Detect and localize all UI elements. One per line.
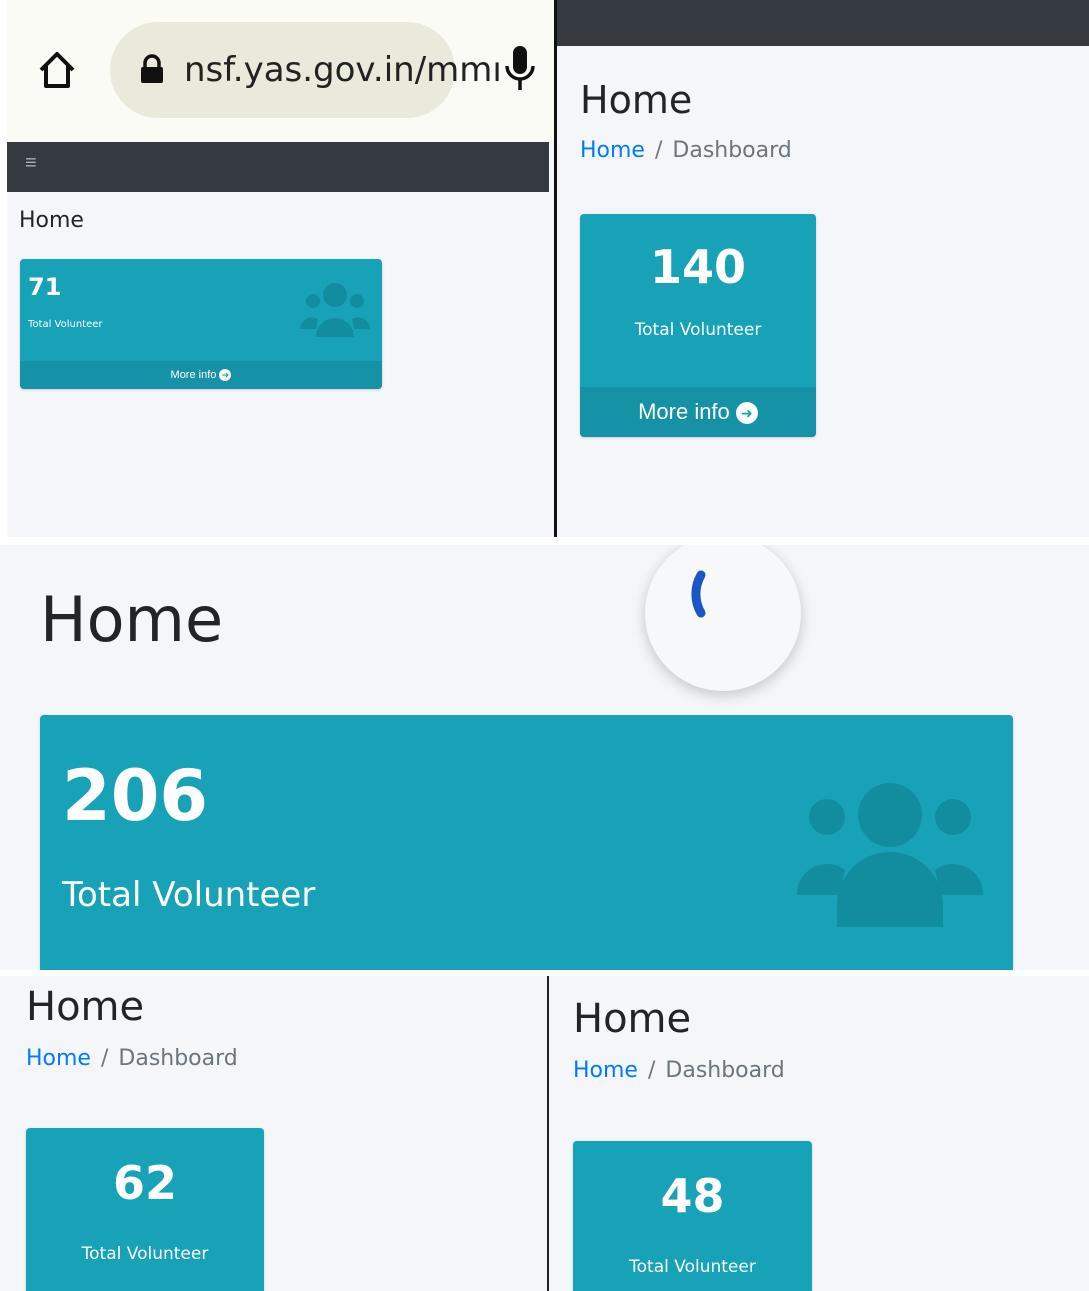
page-title: Home [26, 984, 145, 1030]
volunteer-count: 140 [649, 240, 747, 294]
volunteer-count: 48 [660, 1169, 725, 1223]
volunteer-card: 206 Total Volunteer [40, 715, 1013, 970]
breadcrumb-separator: / [647, 1058, 656, 1083]
lock-icon [140, 54, 164, 84]
volunteer-count: 206 [62, 755, 209, 837]
volunteer-label: Total Volunteer [62, 875, 316, 915]
breadcrumb-separator: / [100, 1046, 109, 1071]
volunteer-card: 62 Total Volunteer [26, 1128, 264, 1291]
top-bar [557, 0, 1089, 46]
page-title: Home [19, 208, 84, 233]
home-icon[interactable] [35, 48, 79, 92]
more-info-link[interactable]: More info ➜ [20, 361, 382, 389]
users-icon [300, 279, 370, 339]
breadcrumb-current: Dashboard [665, 1058, 785, 1083]
users-icon [795, 775, 985, 930]
page-title: Home [40, 583, 224, 656]
volunteer-count: 62 [112, 1156, 177, 1210]
breadcrumb-separator: / [654, 138, 663, 163]
panel-c: Home 206 Total Volunteer [0, 545, 1089, 970]
arrow-circle-icon: ➜ [735, 402, 758, 425]
volunteer-label: Total Volunteer [28, 319, 103, 330]
volunteer-card: 140 Total Volunteer More info ➜ [580, 214, 816, 437]
panel-b: Home Home / Dashboard 140 Total Volunteer … [557, 0, 1089, 537]
menu-icon[interactable]: ≡ [25, 152, 37, 175]
more-info-link[interactable]: More info ➜ [580, 387, 816, 437]
more-info-label: More info [170, 369, 217, 381]
breadcrumb-home-link[interactable]: Home [573, 1058, 638, 1083]
browser-toolbar: nsf.yas.gov.in/mmı [7, 0, 554, 142]
arrow-circle-icon: ➜ [219, 369, 232, 382]
more-info-label: More info [638, 399, 730, 424]
volunteer-card: 71 Total Volunteer More info ➜ [20, 259, 382, 389]
navbar: ≡ [7, 142, 549, 192]
volunteer-card: 48 Total Volunteer [573, 1141, 812, 1291]
page-title: Home [580, 78, 693, 122]
breadcrumb-current: Dashboard [672, 138, 792, 163]
page-title: Home [573, 996, 692, 1042]
breadcrumb: Home / Dashboard [573, 1058, 785, 1083]
breadcrumb: Home / Dashboard [580, 138, 792, 163]
volunteer-count: 71 [28, 273, 62, 301]
panel-e: Home Home / Dashboard 48 Total Volunteer [549, 976, 1089, 1291]
loading-spinner [645, 545, 801, 691]
breadcrumb-home-link[interactable]: Home [580, 138, 645, 163]
gap [0, 537, 1089, 545]
breadcrumb-current: Dashboard [118, 1046, 238, 1071]
panel-d: Home Home / Dashboard 62 Total Volunteer [0, 976, 547, 1291]
volunteer-label: Total Volunteer [629, 1257, 756, 1277]
url-text[interactable]: nsf.yas.gov.in/mmı [184, 50, 502, 90]
panel-a: nsf.yas.gov.in/mmı ≡ Home 71 Total Volun… [7, 0, 554, 537]
breadcrumb: Home / Dashboard [26, 1046, 238, 1071]
volunteer-label: Total Volunteer [634, 320, 762, 340]
mic-icon[interactable] [502, 44, 538, 96]
breadcrumb-home-link[interactable]: Home [26, 1046, 91, 1071]
url-bar[interactable]: nsf.yas.gov.in/mmı [110, 22, 502, 118]
volunteer-label: Total Volunteer [81, 1244, 209, 1264]
